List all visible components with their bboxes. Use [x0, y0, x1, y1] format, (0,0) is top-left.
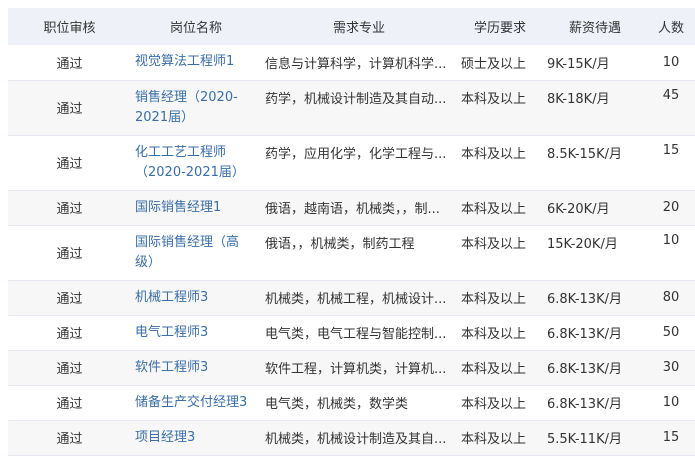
table-row: 通过 国际销售经理1 俄语，越南语，机械类，，制... 本科及以上 6K-20K… [8, 190, 695, 226]
headcount: 80 [647, 280, 695, 316]
education-requirement: 硕士及以上 [457, 45, 543, 81]
salary: 6.8K-13K/月 [543, 350, 647, 386]
education-requirement: 本科及以上 [457, 420, 543, 456]
required-major: 电气类，电气工程与智能控制... [261, 315, 457, 351]
position-link[interactable]: 视觉算法工程师1 [135, 54, 234, 69]
review-status: 通过 [8, 420, 131, 456]
table-row: 通过 视觉算法工程师1 信息与计算科学，计算机科学... 硕士及以上 9K-15… [8, 45, 695, 81]
headcount: 10 [647, 225, 695, 281]
education-requirement: 本科及以上 [457, 350, 543, 386]
headcount: 15 [647, 420, 695, 456]
position-link[interactable]: 电气工程师3 [135, 325, 208, 340]
education-requirement: 本科及以上 [457, 190, 543, 226]
salary: 6.8K-13K/月 [543, 280, 647, 316]
table-header: 职位审核 岗位名称 需求专业 学历要求 薪资待遇 人数 [8, 8, 695, 45]
position-link[interactable]: 储备生产交付经理3 [135, 395, 247, 410]
required-major: 电气类，机械类，数学类 [261, 385, 457, 421]
header-position-name: 岗位名称 [131, 8, 261, 45]
header-salary: 薪资待遇 [543, 8, 647, 45]
table-row: 通过 机械工程师3 机械类，机械工程，机械设计... 本科及以上 6.8K-13… [8, 280, 695, 316]
salary: 6.8K-13K/月 [543, 385, 647, 421]
education-requirement: 本科及以上 [457, 280, 543, 316]
review-status: 通过 [8, 315, 131, 351]
salary: 9K-15K/月 [543, 45, 647, 81]
position-link[interactable]: 国际销售经理1 [135, 200, 221, 215]
headcount: 30 [647, 350, 695, 386]
review-status: 通过 [8, 280, 131, 316]
table-row: 通过 销售经理（2020-2021届） 药学，机械设计制造及其自动... 本科及… [8, 80, 695, 136]
review-status: 通过 [8, 385, 131, 421]
required-major: 药学，应用化学，化学工程与... [261, 135, 457, 191]
required-major: 俄语，，机械类，制药工程 [261, 225, 457, 281]
header-row: 职位审核 岗位名称 需求专业 学历要求 薪资待遇 人数 [8, 8, 695, 45]
education-requirement: 本科及以上 [457, 80, 543, 136]
table-row: 通过 软件工程师3 软件工程，计算机类，计算机... 本科及以上 6.8K-13… [8, 350, 695, 386]
required-major: 俄语，越南语，机械类，，制... [261, 190, 457, 226]
position-link[interactable]: 国际销售经理（高级） [135, 235, 239, 270]
headcount: 10 [647, 45, 695, 81]
header-required-major: 需求专业 [261, 8, 457, 45]
position-link[interactable]: 化工工艺工程师（2020-2021届） [135, 145, 245, 180]
table-body: 通过 视觉算法工程师1 信息与计算科学，计算机科学... 硕士及以上 9K-15… [8, 45, 695, 456]
job-positions-table: 职位审核 岗位名称 需求专业 学历要求 薪资待遇 人数 通过 视觉算法工程师1 … [8, 8, 695, 456]
salary: 6.8K-13K/月 [543, 315, 647, 351]
job-table-container: 职位审核 岗位名称 需求专业 学历要求 薪资待遇 人数 通过 视觉算法工程师1 … [0, 0, 695, 464]
review-status: 通过 [8, 350, 131, 386]
education-requirement: 本科及以上 [457, 135, 543, 191]
required-major: 机械类，机械工程，机械设计... [261, 280, 457, 316]
header-education: 学历要求 [457, 8, 543, 45]
salary: 8K-18K/月 [543, 80, 647, 136]
education-requirement: 本科及以上 [457, 315, 543, 351]
position-link[interactable]: 机械工程师3 [135, 290, 208, 305]
header-review-status: 职位审核 [8, 8, 131, 45]
position-link[interactable]: 销售经理（2020-2021届） [135, 90, 238, 125]
salary: 6K-20K/月 [543, 190, 647, 226]
table-row: 通过 项目经理3 机械类，机械设计制造及其自... 本科及以上 5.5K-11K… [8, 420, 695, 456]
headcount: 10 [647, 385, 695, 421]
review-status: 通过 [8, 80, 131, 136]
required-major: 药学，机械设计制造及其自动... [261, 80, 457, 136]
table-row: 通过 化工工艺工程师（2020-2021届） 药学，应用化学，化学工程与... … [8, 135, 695, 191]
headcount: 20 [647, 190, 695, 226]
salary: 5.5K-11K/月 [543, 420, 647, 456]
education-requirement: 本科及以上 [457, 385, 543, 421]
headcount: 15 [647, 135, 695, 191]
review-status: 通过 [8, 190, 131, 226]
table-row: 通过 储备生产交付经理3 电气类，机械类，数学类 本科及以上 6.8K-13K/… [8, 385, 695, 421]
required-major: 信息与计算科学，计算机科学... [261, 45, 457, 81]
review-status: 通过 [8, 225, 131, 281]
table-row: 通过 电气工程师3 电气类，电气工程与智能控制... 本科及以上 6.8K-13… [8, 315, 695, 351]
table-row: 通过 国际销售经理（高级） 俄语，，机械类，制药工程 本科及以上 15K-20K… [8, 225, 695, 281]
review-status: 通过 [8, 45, 131, 81]
header-headcount: 人数 [647, 8, 695, 45]
salary: 8.5K-15K/月 [543, 135, 647, 191]
required-major: 软件工程，计算机类，计算机... [261, 350, 457, 386]
salary: 15K-20K/月 [543, 225, 647, 281]
review-status: 通过 [8, 135, 131, 191]
required-major: 机械类，机械设计制造及其自... [261, 420, 457, 456]
education-requirement: 本科及以上 [457, 225, 543, 281]
position-link[interactable]: 软件工程师3 [135, 360, 208, 375]
position-link[interactable]: 项目经理3 [135, 430, 195, 445]
headcount: 50 [647, 315, 695, 351]
headcount: 45 [647, 80, 695, 136]
